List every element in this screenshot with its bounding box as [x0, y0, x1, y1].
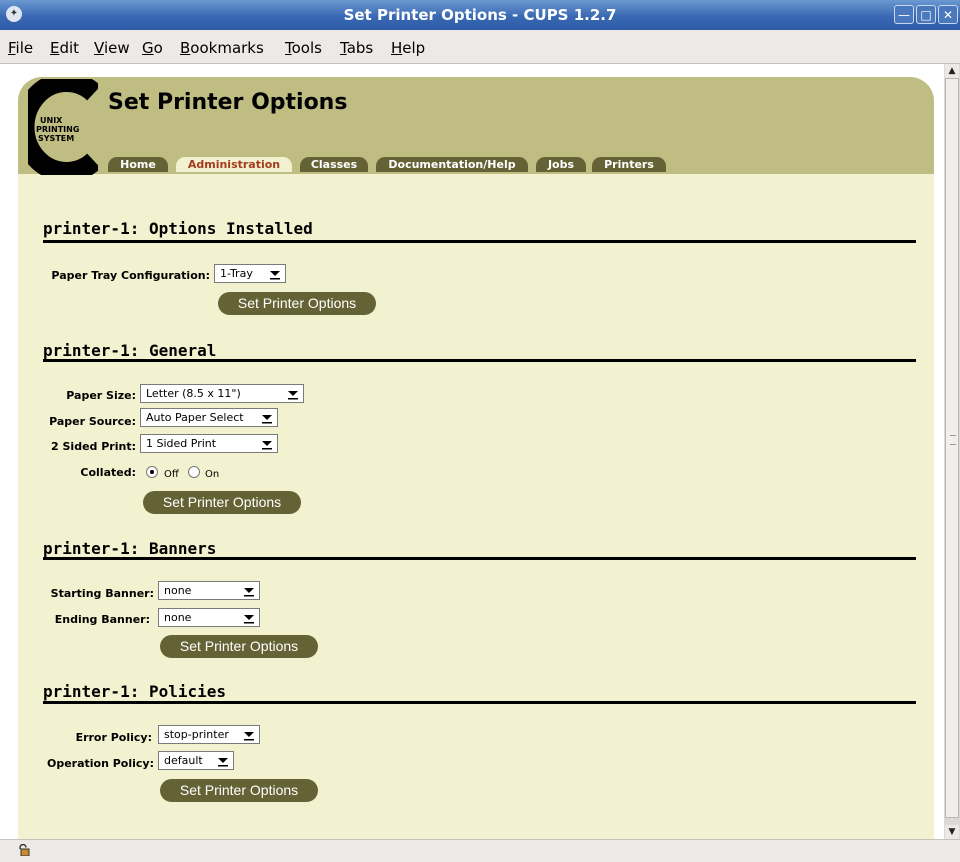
menu-file[interactable]: File [8, 39, 33, 57]
paper-tray-label: Paper Tray Configuration: [51, 269, 210, 282]
chevron-down-icon [241, 610, 257, 625]
page-title: Set Printer Options [108, 90, 348, 115]
tab-printers[interactable]: Printers [592, 157, 666, 172]
paper-source-label: Paper Source: [49, 415, 136, 428]
section-divider [43, 240, 916, 243]
starting-banner-select[interactable]: none [158, 581, 260, 600]
section-divider [43, 557, 916, 560]
tab-documentation-help[interactable]: Documentation/Help [376, 157, 528, 172]
collated-off-radio[interactable] [146, 466, 158, 478]
collated-off-label: Off [164, 469, 179, 480]
scroll-down-icon[interactable]: ▼ [945, 825, 959, 839]
collated-on-radio[interactable] [188, 466, 200, 478]
tab-jobs[interactable]: Jobs [536, 157, 586, 172]
browser-viewport[interactable]: UNIX PRINTING SYSTEM Set Printer Options… [0, 64, 944, 839]
chevron-down-icon [285, 386, 301, 401]
section-heading-policies: printer-1: Policies [43, 682, 227, 701]
scroll-up-icon[interactable]: ▲ [945, 64, 959, 78]
operation-policy-label: Operation Policy: [46, 757, 154, 770]
security-lock-icon[interactable] [18, 844, 30, 856]
two-sided-print-label: 2 Sided Print: [51, 440, 136, 453]
ending-banner-select[interactable]: none [158, 608, 260, 627]
operation-policy-select[interactable]: default [158, 751, 234, 770]
section-heading-options-installed: printer-1: Options Installed [43, 219, 313, 238]
menu-view[interactable]: View [94, 39, 130, 57]
maximize-icon[interactable]: □ [916, 5, 936, 24]
menu-bookmarks[interactable]: Bookmarks [180, 39, 264, 57]
menu-tabs[interactable]: Tabs [340, 39, 373, 57]
section-heading-banners: printer-1: Banners [43, 539, 217, 558]
chevron-down-icon [241, 583, 257, 598]
section-heading-general: printer-1: General [43, 341, 217, 360]
tab-administration[interactable]: Administration [176, 157, 292, 172]
menu-go[interactable]: Go [142, 39, 163, 57]
vertical-scrollbar[interactable]: ▲ ▼ [944, 64, 960, 839]
paper-size-select[interactable]: Letter (8.5 x 11") [140, 384, 304, 403]
window-title: Set Printer Options - CUPS 1.2.7 [343, 6, 617, 24]
set-printer-options-button-general[interactable]: Set Printer Options [143, 491, 301, 514]
paper-tray-select[interactable]: 1-Tray [214, 264, 286, 283]
ending-banner-label: Ending Banner: [54, 613, 150, 626]
collated-label: Collated: [80, 466, 136, 479]
menu-bar: File Edit View Go Bookmarks Tools Tabs H… [0, 30, 960, 64]
menu-edit[interactable]: Edit [50, 39, 79, 57]
error-policy-label: Error Policy: [75, 731, 152, 744]
chevron-down-icon [259, 436, 275, 451]
collated-on-label: On [205, 469, 220, 480]
chevron-down-icon [215, 753, 231, 768]
set-printer-options-button-policies[interactable]: Set Printer Options [160, 779, 318, 802]
chevron-down-icon [259, 410, 275, 425]
starting-banner-label: Starting Banner: [50, 587, 154, 600]
scrollbar-thumb[interactable] [945, 78, 959, 818]
tab-home[interactable]: Home [108, 157, 168, 172]
chevron-down-icon [241, 727, 257, 742]
scrollbar-grip-icon [950, 435, 956, 445]
section-divider [43, 359, 916, 362]
cups-logo-text: UNIX PRINTING SYSTEM [36, 116, 80, 143]
set-printer-options-button-banners[interactable]: Set Printer Options [160, 635, 318, 658]
close-icon[interactable]: ✕ [938, 5, 958, 24]
menu-tools[interactable]: Tools [285, 39, 322, 57]
two-sided-print-select[interactable]: 1 Sided Print [140, 434, 278, 453]
window-titlebar[interactable]: ✦ Set Printer Options - CUPS 1.2.7 — □ ✕ [0, 0, 960, 30]
paper-source-select[interactable]: Auto Paper Select [140, 408, 278, 427]
error-policy-select[interactable]: stop-printer [158, 725, 260, 744]
section-divider [43, 701, 916, 704]
tab-classes[interactable]: Classes [300, 157, 368, 172]
status-bar [0, 839, 960, 862]
menu-help[interactable]: Help [391, 39, 425, 57]
set-printer-options-button-installed[interactable]: Set Printer Options [218, 292, 376, 315]
minimize-icon[interactable]: — [894, 5, 914, 24]
chevron-down-icon [267, 266, 283, 281]
paper-size-label: Paper Size: [66, 389, 136, 402]
